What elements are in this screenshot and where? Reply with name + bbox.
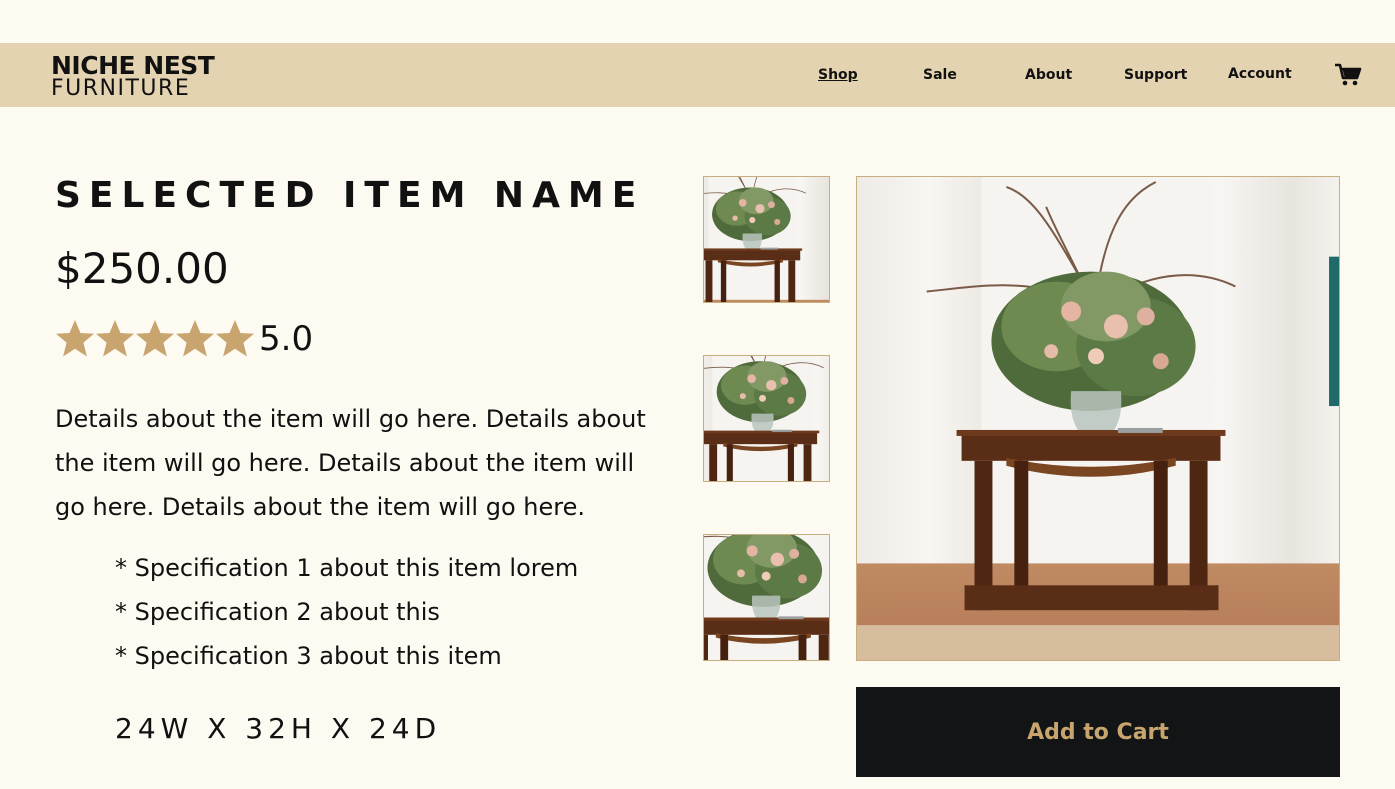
product-dimensions: 24W X 32H X 24D <box>115 712 442 745</box>
product-rating: 5.0 <box>55 318 313 360</box>
star-icon <box>136 320 174 357</box>
nav-link-about[interactable]: About <box>1025 67 1072 83</box>
product-price: $250.00 <box>55 244 229 293</box>
specification-item: * Specification 3 about this item <box>115 642 502 670</box>
brand-logo[interactable]: NICHE NEST FURNITURE <box>51 51 215 101</box>
star-icon <box>56 320 94 357</box>
nav-link-shop[interactable]: Shop <box>818 67 858 83</box>
brand-logo-line-1: NICHE NEST <box>51 51 215 80</box>
cart-icon[interactable] <box>1334 61 1362 89</box>
add-to-cart-button[interactable]: Add to Cart <box>856 687 1340 777</box>
nav-link-support[interactable]: Support <box>1124 67 1187 83</box>
product-description: Details about the item will go here. Det… <box>55 405 646 521</box>
nav-link-account[interactable]: Account <box>1228 66 1292 82</box>
top-navigation-bar: NICHE NEST FURNITURE Shop Sale About Sup… <box>0 43 1395 107</box>
star-icon <box>176 320 214 357</box>
product-main-image <box>856 176 1340 661</box>
brand-logo-line-2: FURNITURE <box>51 76 191 101</box>
star-icon <box>216 320 254 357</box>
product-title: SELECTED ITEM NAME <box>55 175 645 216</box>
product-thumbnail-3[interactable] <box>703 534 830 661</box>
rating-value: 5.0 <box>259 319 314 359</box>
product-thumbnail-2[interactable] <box>703 355 830 482</box>
product-thumbnail-1[interactable] <box>703 176 830 303</box>
rating-stars <box>55 319 255 359</box>
specification-item: * Specification 2 about this <box>115 598 440 626</box>
star-icon <box>96 320 134 357</box>
nav-link-sale[interactable]: Sale <box>923 67 957 83</box>
specification-item: * Specification 1 about this item lorem <box>115 554 579 582</box>
product-specifications: * Specification 1 about this item lorem … <box>115 546 578 678</box>
